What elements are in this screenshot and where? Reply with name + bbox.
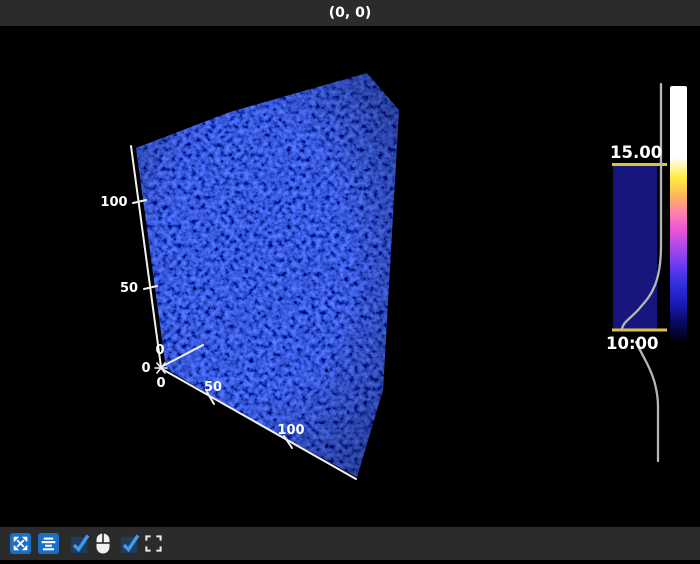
origin-label-y: 0 [141,361,150,376]
controller-checkbox-1[interactable] [70,532,91,555]
mouse-icon[interactable] [92,532,113,555]
fullscreen-button[interactable] [143,532,164,555]
center-scene-button[interactable] [38,533,59,554]
checkbox-checked-icon [120,533,141,554]
mouse-icon-glyph [94,532,112,555]
lut-vmin-label: 10:00 [606,334,659,353]
origin-label-z: 0 [155,343,164,358]
origin-label-x: 0 [156,376,165,391]
subplot-title: (0, 0) [0,0,700,26]
controller-checkbox-2[interactable] [120,532,141,555]
arrows-expand-icon [12,535,29,552]
plot-canvas[interactable]: 100 50 50 100 0 0 0 15.00 10:00 [0,0,700,560]
checkbox-checked-icon [70,533,91,554]
panzoom-button[interactable] [10,533,31,554]
y-axis-label-100: 100 [100,195,127,210]
x-axis-label-50: 50 [204,380,222,395]
align-center-icon [40,535,57,552]
toolbar [0,527,700,560]
lut-region-selector[interactable] [613,166,657,329]
y-axis-label-50: 50 [120,281,138,296]
lut-vmax-label: 15.00 [610,143,662,162]
x-axis-label-100: 100 [277,423,304,438]
fullscreen-icon [144,534,163,553]
colorbar [670,86,687,341]
